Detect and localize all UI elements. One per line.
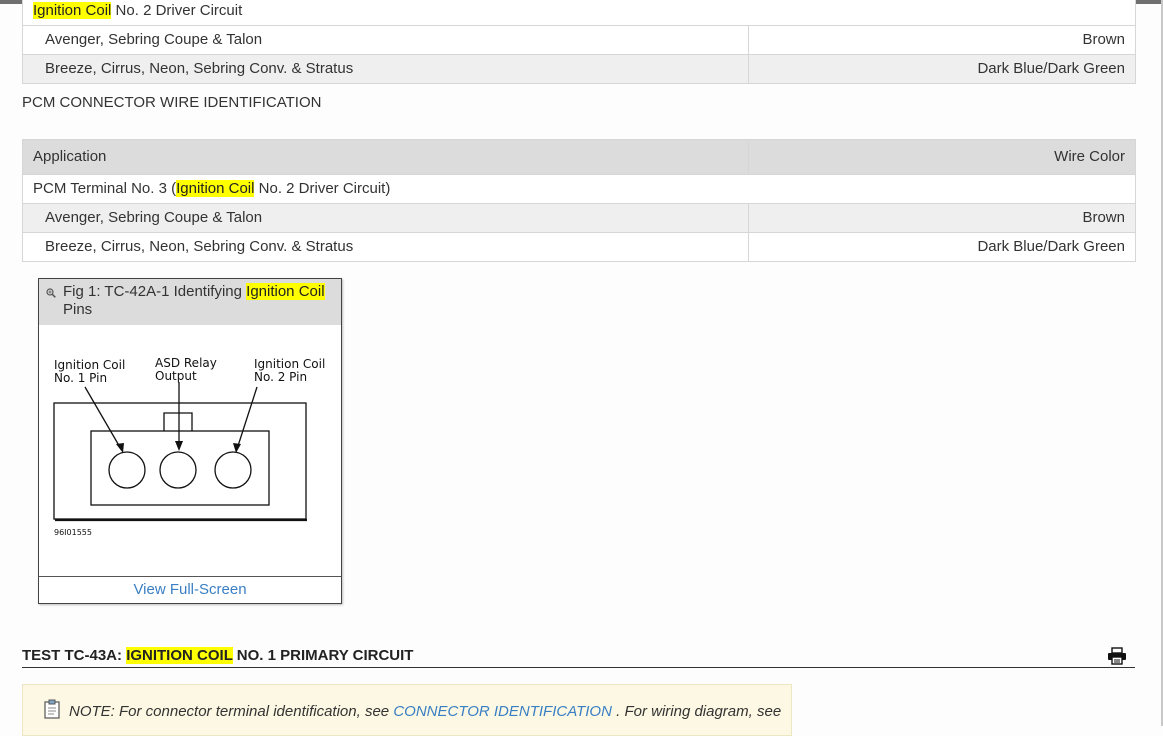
group-label-suffix: No. 2 Driver Circuit) [254,180,391,197]
application-cell: Avenger, Sebring Coupe & Talon [22,203,749,233]
group-cell: PCM Terminal No. 3 (Ignition Coil No. 2 … [22,174,1136,204]
coil1-label-line2: No. 1 Pin [54,371,107,385]
application-cell: Avenger, Sebring Coupe & Talon [22,25,749,55]
connector-key [163,412,193,431]
pin-2 [214,451,252,489]
table-group-row: Ignition Coil No. 2 Driver Circuit [22,0,1136,26]
clipboard-note-icon [44,699,60,719]
arrowhead-asd [175,441,183,451]
wire-color-cell: Brown [748,25,1136,55]
table-row: Breeze, Cirrus, Neon, Sebring Conv. & St… [22,54,1136,84]
view-full-screen-link[interactable]: View Full-Screen [39,576,341,603]
table-row: Breeze, Cirrus, Neon, Sebring Conv. & St… [22,232,1136,262]
coil2-label-line1: Ignition Coil [254,357,325,371]
note-text-prefix: NOTE: For connector terminal identificat… [69,703,394,720]
application-cell: Breeze, Cirrus, Neon, Sebring Conv. & St… [22,232,749,262]
pin-asd [159,451,197,489]
leader-line-pin2 [236,386,258,450]
figure-title-suffix: Pins [63,301,93,318]
arrowhead-pin1 [116,443,124,453]
group-label: No. 2 Driver Circuit [111,2,243,19]
figure-title: Fig 1: TC-42A-1 Identifying Ignition Coi… [63,283,335,319]
wire-table-top: Ignition Coil No. 2 Driver Circuit Aveng… [22,0,1136,84]
note-text-suffix: . For wiring diagram, see [611,703,782,720]
table-row: Avenger, Sebring Coupe & Talon Brown [22,203,1136,233]
test-heading-suffix: NO. 1 PRIMARY CIRCUIT [232,647,414,664]
pin-1 [108,451,146,489]
table-header-row: Application Wire Color [22,139,1136,175]
wire-color-cell: Brown [748,203,1136,233]
coil1-label-line1: Ignition Coil [54,358,125,372]
wire-table: Application Wire Color PCM Terminal No. … [22,139,1136,262]
coil2-label-line2: No. 2 Pin [254,370,307,384]
highlight-term: Ignition Coil [33,2,112,19]
highlight-term: IGNITION COIL [126,647,233,664]
table-row: Avenger, Sebring Coupe & Talon Brown [22,25,1136,55]
test-heading-prefix: TEST TC-43A: [22,647,127,664]
figure-code: 96I01555 [54,528,92,537]
group-cell: Ignition Coil No. 2 Driver Circuit [22,0,1136,26]
printer-icon[interactable] [1107,647,1127,665]
figure-panel: Fig 1: TC-42A-1 Identifying Ignition Coi… [38,278,342,604]
column-header-wire-color: Wire Color [748,139,1136,175]
asd-label-line2: Output [155,369,197,383]
coil-pin-diagram[interactable]: Ignition Coil No. 1 Pin ASD Relay Output… [39,325,341,577]
test-heading: TEST TC-43A: IGNITION COIL NO. 1 PRIMARY… [22,645,1135,668]
connector-outline [53,402,307,520]
application-cell: Breeze, Cirrus, Neon, Sebring Conv. & St… [22,54,749,84]
note-text: NOTE: For connector terminal identificat… [69,703,781,720]
column-header-application: Application [22,139,749,175]
section-heading: PCM CONNECTOR WIRE IDENTIFICATION [22,94,322,111]
figure-title-prefix: Fig 1: TC-42A-1 Identifying [63,283,247,300]
note-box: NOTE: For connector terminal identificat… [22,684,792,736]
wire-color-cell: Dark Blue/Dark Green [748,232,1136,262]
group-label-prefix: PCM Terminal No. 3 ( [33,180,177,197]
figure-header: Fig 1: TC-42A-1 Identifying Ignition Coi… [39,279,341,325]
connector-identification-link[interactable]: CONNECTOR IDENTIFICATION [393,703,612,720]
highlight-term: Ignition Coil [176,180,255,197]
asd-label-line1: ASD Relay [155,356,217,370]
table-group-row: PCM Terminal No. 3 (Ignition Coil No. 2 … [22,174,1136,204]
zoom-icon[interactable] [46,288,56,298]
highlight-term: Ignition Coil [246,283,325,300]
wire-color-cell: Dark Blue/Dark Green [748,54,1136,84]
